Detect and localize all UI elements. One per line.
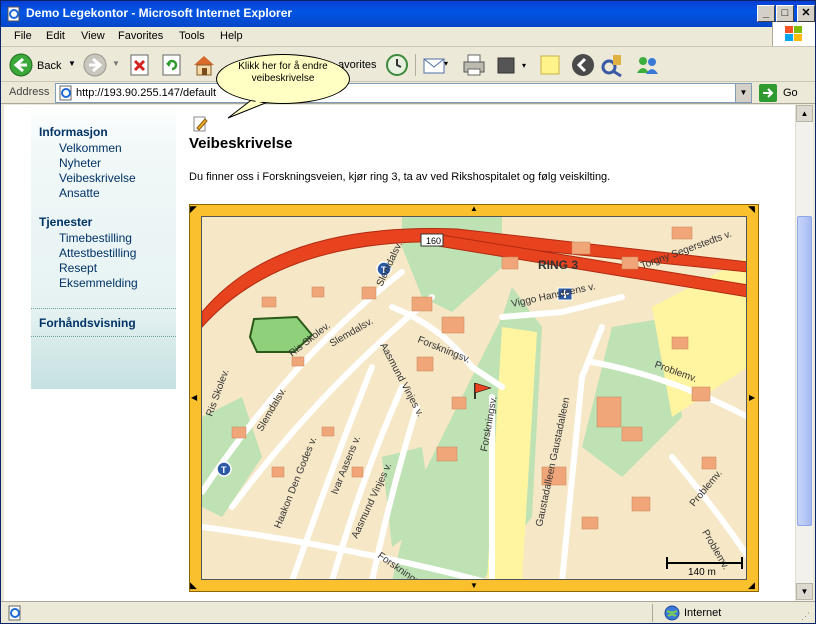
- refresh-icon[interactable]: [160, 52, 184, 78]
- address-input[interactable]: http://193.90.255.147/default ▼: [55, 83, 752, 103]
- go-button[interactable]: Go: [759, 84, 809, 102]
- forward-button[interactable]: ▼: [83, 52, 123, 78]
- forward-dropdown-icon[interactable]: ▼: [112, 59, 120, 68]
- security-zone-label: Internet: [684, 607, 722, 619]
- nav-link-veibeskrivelse[interactable]: Veibeskrivelse: [59, 171, 136, 185]
- history-icon[interactable]: [385, 52, 409, 78]
- menu-bar: File Edit View Favorites Tools Help: [1, 27, 815, 47]
- mail-icon[interactable]: ▾: [422, 52, 450, 78]
- forward-arrow-icon: [83, 53, 107, 77]
- print-icon[interactable]: [461, 52, 487, 78]
- nav-separator: [31, 308, 176, 309]
- back-label: Back: [37, 60, 62, 72]
- scroll-thumb[interactable]: [797, 216, 812, 526]
- nav-link-nyheter[interactable]: Nyheter: [59, 156, 101, 170]
- internet-globe-icon: [664, 605, 680, 621]
- page-content: Informasjon Velkommen Nyheter Veibeskriv…: [4, 105, 795, 601]
- pan-southeast-icon[interactable]: ◢: [748, 580, 755, 591]
- go-arrow-icon: [759, 84, 777, 102]
- address-url: http://193.90.255.147/default: [76, 87, 217, 99]
- research-icon[interactable]: [570, 52, 596, 78]
- pan-west-icon[interactable]: ◀: [191, 393, 197, 402]
- back-arrow-icon: [9, 53, 33, 77]
- nav-heading-tjenester: Tjenester: [39, 215, 93, 229]
- scale-label: 140 m: [688, 567, 716, 578]
- edit-tooltip: Klikk her for å endre veibeskrivelse: [216, 54, 350, 120]
- status-bar: Internet ⋰: [1, 601, 815, 623]
- menu-file[interactable]: File: [14, 30, 32, 42]
- status-separator: [652, 604, 653, 622]
- discuss-icon[interactable]: [538, 52, 562, 78]
- map[interactable]: T T 160 RING 3 Viggo Hansteens v. Torgny…: [201, 216, 747, 580]
- menu-favorites[interactable]: Favorites: [118, 30, 163, 42]
- scroll-down-icon[interactable]: ▼: [796, 583, 813, 600]
- ie-page-icon: [7, 6, 20, 22]
- map-label-aasmund-vinjes: Aasmund Vinjes v.: [377, 341, 425, 418]
- edit-icon[interactable]: ▾: [496, 52, 532, 78]
- address-label: Address: [9, 86, 50, 98]
- nav-link-forhandsvisning[interactable]: Forhåndsvisning: [39, 316, 136, 330]
- pan-southwest-icon[interactable]: ◣: [190, 580, 197, 591]
- map-label-ring3: RING 3: [538, 258, 578, 272]
- road-number-label: 160: [426, 236, 441, 246]
- nav-link-attestbestilling[interactable]: Attestbestilling: [59, 246, 136, 260]
- nav-separator: [31, 336, 176, 337]
- scroll-up-icon[interactable]: ▲: [796, 105, 813, 122]
- tram-stop-icon: T: [216, 461, 232, 477]
- page-title: Veibeskrivelse: [189, 135, 293, 152]
- windows-logo: [772, 22, 815, 46]
- pan-north-icon[interactable]: ▲: [470, 204, 478, 213]
- pan-east-icon[interactable]: ▶: [749, 393, 755, 402]
- address-bar: Address http://193.90.255.147/default ▼ …: [1, 82, 815, 104]
- spy-icon[interactable]: [599, 52, 627, 78]
- page-icon: [59, 85, 72, 101]
- window-title: Demo Legekontor - Microsoft Internet Exp…: [26, 6, 293, 20]
- maximize-button[interactable]: □: [776, 5, 794, 22]
- edit-pencil-icon[interactable]: [193, 115, 209, 133]
- minimize-button[interactable]: _: [757, 5, 775, 22]
- nav-link-ansatte[interactable]: Ansatte: [59, 186, 100, 200]
- back-button[interactable]: Back ▼: [9, 52, 77, 78]
- toolbar-separator: [415, 54, 416, 76]
- svg-text:▾: ▾: [522, 61, 526, 70]
- page-status-icon: [8, 605, 21, 621]
- svg-text:▾: ▾: [444, 59, 448, 68]
- nav-link-timebestilling[interactable]: Timebestilling: [59, 231, 132, 245]
- menu-tools[interactable]: Tools: [179, 30, 205, 42]
- go-label: Go: [783, 87, 798, 99]
- back-dropdown-icon[interactable]: ▼: [68, 59, 76, 68]
- scale-bar: 140 m: [666, 557, 743, 578]
- menu-help[interactable]: Help: [220, 30, 243, 42]
- menu-view[interactable]: View: [81, 30, 105, 42]
- windows-flag-icon: [785, 26, 802, 41]
- menu-edit[interactable]: Edit: [46, 30, 65, 42]
- pan-northwest-icon[interactable]: ◤: [190, 204, 197, 215]
- map-frame: ▲ ▼ ◀ ▶ ◤ ◥ ◣ ◢ T T 160 RING 3 Viggo Han…: [189, 204, 759, 592]
- nav-link-resept[interactable]: Resept: [59, 261, 97, 275]
- nav-link-velkommen[interactable]: Velkommen: [59, 141, 122, 155]
- messenger-icon[interactable]: [634, 52, 662, 78]
- tooltip-text: Klikk her for å endre veibeskrivelse: [238, 61, 328, 84]
- sidebar: Informasjon Velkommen Nyheter Veibeskriv…: [31, 105, 176, 389]
- pan-northeast-icon[interactable]: ◥: [748, 204, 755, 215]
- svg-text:T: T: [221, 465, 227, 475]
- nav-heading-informasjon: Informasjon: [39, 125, 108, 139]
- stop-icon[interactable]: [128, 52, 152, 78]
- browser-window: Demo Legekontor - Microsoft Internet Exp…: [0, 0, 816, 624]
- vertical-scrollbar[interactable]: ▲ ▼: [795, 105, 813, 601]
- directions-text: Du finner oss i Forskningsveien, kjør ri…: [189, 171, 611, 183]
- title-bar[interactable]: Demo Legekontor - Microsoft Internet Exp…: [1, 1, 815, 27]
- nav-link-eksemmelding[interactable]: Eksemmelding: [59, 276, 138, 290]
- address-dropdown-icon[interactable]: ▼: [735, 84, 751, 102]
- close-button[interactable]: ✕: [797, 5, 815, 22]
- home-icon[interactable]: [191, 52, 217, 78]
- map-canvas: T T 160 RING 3 Viggo Hansteens v. Torgny…: [202, 217, 746, 579]
- standard-toolbar: Back ▼ ▼ avorites ▾ ▾: [1, 48, 815, 82]
- resize-grip-icon[interactable]: ⋰: [801, 611, 810, 622]
- map-label-problemv: Problemv.: [699, 528, 731, 572]
- pan-south-icon[interactable]: ▼: [470, 581, 478, 590]
